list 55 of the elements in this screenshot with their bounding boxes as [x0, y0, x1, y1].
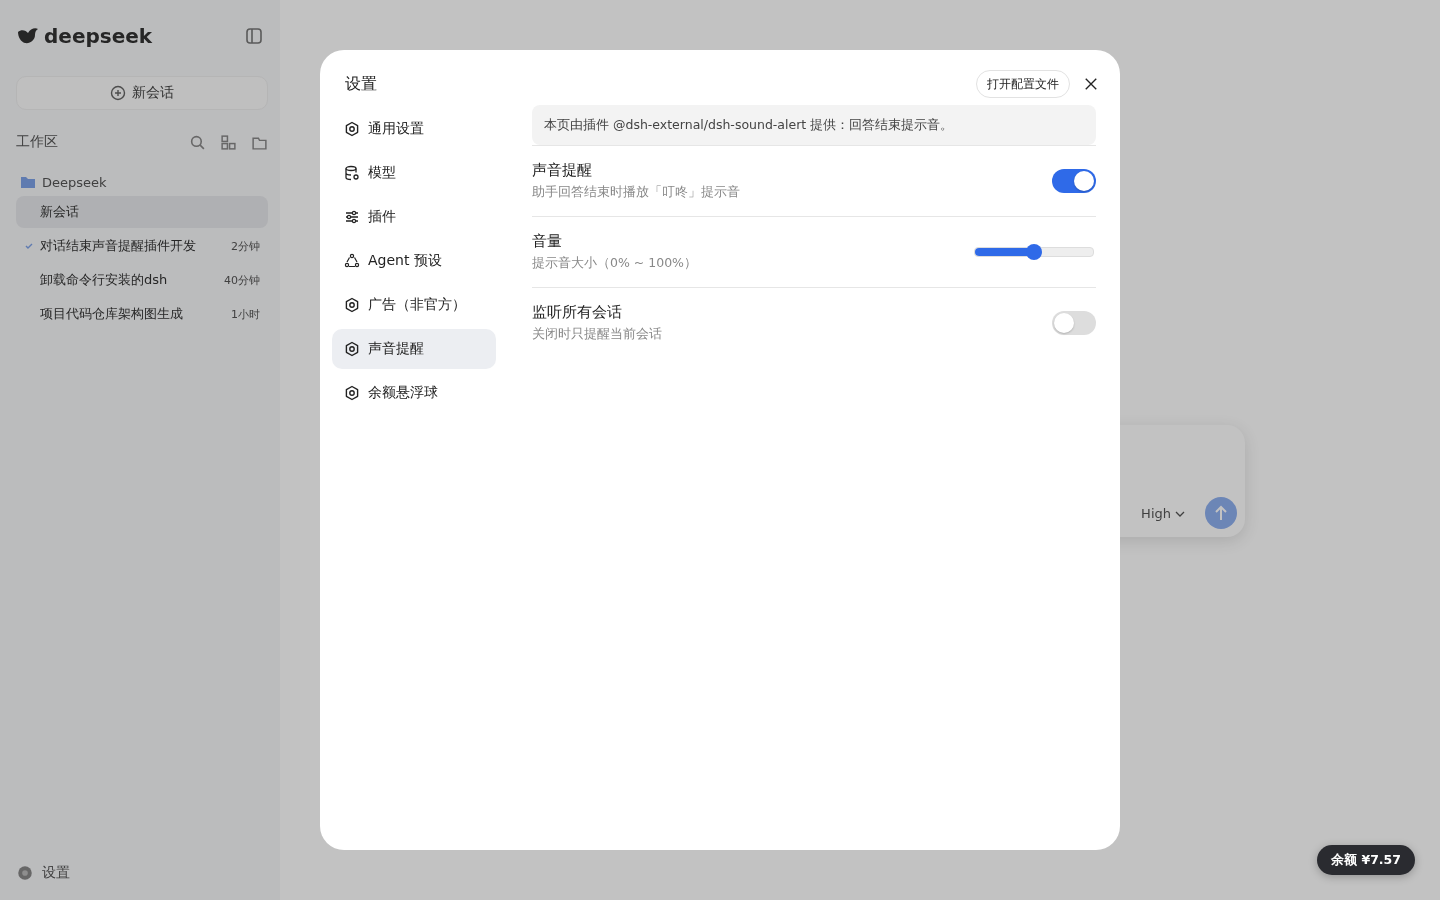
toggle-switch[interactable]	[1052, 169, 1096, 193]
balance-badge[interactable]: 余额 ¥7.57	[1317, 845, 1415, 875]
chat-item[interactable]: 卸载命令行安装的dsh 40分钟	[16, 264, 268, 296]
chat-title: 项目代码仓库架构图生成	[40, 305, 184, 323]
chat-time: 1小时	[231, 306, 260, 322]
plugin-notice: 本页由插件 @dsh-external/dsh-sound-alert 提供：回答结束提示音。	[532, 105, 1096, 145]
nav-item[interactable]: 广告（非官方）	[332, 285, 496, 325]
chat-time: 2分钟	[231, 238, 260, 254]
chat-time: 40分钟	[224, 272, 260, 288]
workspace-label: 工作区	[16, 133, 59, 151]
gear-icon	[344, 341, 360, 357]
gear-icon	[344, 121, 360, 137]
logo-text: deepseek	[44, 24, 154, 48]
setting-description: 助手回答结束时播放「叮咚」提示音	[532, 184, 741, 201]
search-icon[interactable]	[189, 133, 206, 151]
plus-icon	[110, 85, 126, 101]
slider-thumb[interactable]	[1026, 244, 1042, 260]
new-chat-button[interactable]: 新会话	[16, 76, 268, 110]
sidebar-toggle-icon[interactable]	[244, 26, 264, 46]
nav-item[interactable]: 通用设置	[332, 109, 496, 149]
setting-title: 声音提醒	[532, 161, 593, 180]
gear-icon	[344, 297, 360, 313]
chat-item[interactable]: 新会话	[16, 196, 268, 228]
database-icon	[344, 165, 360, 181]
setting-title: 音量	[532, 232, 563, 251]
folder-icon	[20, 175, 36, 189]
cycle-icon	[344, 253, 360, 269]
nav-item[interactable]: 余额悬浮球	[332, 373, 496, 413]
grid-icon[interactable]	[220, 133, 237, 151]
nav-item[interactable]: 声音提醒	[332, 329, 496, 369]
chevron-down-icon	[1175, 510, 1185, 517]
folder-name: Deepseek	[42, 174, 107, 190]
nav-item[interactable]: 模型	[332, 153, 496, 193]
chat-item[interactable]: 对话结束声音提醒插件开发 2分钟	[16, 230, 268, 262]
setting-description: 提示音大小（0% ~ 100%）	[532, 255, 698, 272]
whale-logo-icon	[16, 26, 40, 46]
nav-item[interactable]: 插件	[332, 197, 496, 237]
setting-title: 监听所有会话	[532, 303, 623, 322]
settings-icon[interactable]	[16, 864, 34, 882]
send-button[interactable]	[1205, 497, 1237, 529]
toggle-switch[interactable]	[1052, 311, 1096, 335]
chat-item[interactable]: 项目代码仓库架构图生成 1小时	[16, 298, 268, 330]
settings-label[interactable]: 设置	[42, 864, 70, 882]
effort-selector[interactable]: High	[1141, 506, 1185, 521]
chat-title: 新会话	[40, 203, 80, 221]
chat-title: 对话结束声音提醒插件开发	[40, 237, 197, 255]
nav-item[interactable]: Agent 预设	[332, 241, 496, 281]
close-icon[interactable]	[1084, 77, 1098, 91]
setting-description: 关闭时只提醒当前会话	[532, 326, 663, 343]
volume-slider[interactable]	[974, 247, 1094, 257]
open-config-button[interactable]: 打开配置文件	[976, 70, 1070, 98]
dialog-title: 设置	[344, 73, 378, 95]
chat-title: 卸载命令行安装的dsh	[40, 271, 169, 289]
sliders-icon	[344, 209, 360, 225]
gear-icon	[344, 385, 360, 401]
